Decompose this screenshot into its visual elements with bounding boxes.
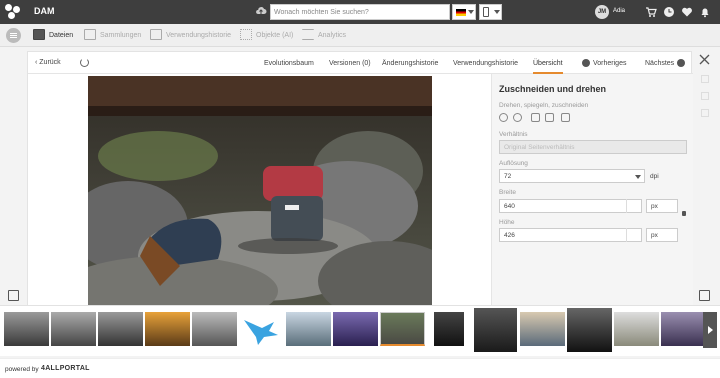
lock-ratio-icon[interactable]	[682, 211, 686, 216]
flip-vertical-icon[interactable]	[545, 113, 554, 122]
sliders-icon	[302, 29, 314, 40]
vendor-logo[interactable]: 4ALLPORTAL	[41, 365, 90, 372]
close-icon[interactable]	[699, 54, 710, 65]
collection-icon	[84, 29, 96, 40]
tab-sammlungen[interactable]: Sammlungen	[84, 24, 144, 47]
language-select[interactable]	[452, 4, 476, 20]
filmstrip-thumbnail[interactable]	[145, 312, 190, 346]
next-button[interactable]: Nächstes	[645, 59, 688, 67]
tab-verwendungshistorie-detail[interactable]: Verwendungshistorie	[453, 60, 518, 67]
back-button[interactable]: ‹ Zurück	[35, 59, 61, 66]
filmstrip-thumbnail-selected[interactable]	[380, 312, 425, 346]
width-stepper[interactable]	[626, 199, 640, 213]
tools-label: Drehen, spiegeln, zuschneiden	[499, 102, 589, 109]
tab-analytics[interactable]: Analytics	[302, 24, 352, 47]
chevron-left-icon	[582, 59, 590, 67]
height-stepper[interactable]	[626, 228, 640, 242]
asset-preview-image	[88, 76, 432, 307]
previous-button[interactable]: Vorheriges	[579, 59, 626, 67]
tab-evolutionsbaum[interactable]: Evolutionsbaum	[264, 60, 314, 67]
panel-toggle-left-icon[interactable]	[8, 290, 19, 301]
height-field[interactable]: 426	[499, 228, 642, 242]
hamburger-menu-button[interactable]	[6, 28, 21, 43]
tab-aenderungshistorie[interactable]: Änderungshistorie	[382, 60, 438, 67]
bird-icon	[244, 320, 278, 345]
filmstrip-thumbnail[interactable]	[614, 312, 659, 346]
filmstrip-next-button[interactable]	[703, 312, 717, 348]
powered-by-label: powered by	[5, 366, 39, 373]
heart-icon[interactable]	[681, 6, 693, 18]
main-nav: Dateien Sammlungen Verwendungshistorie O…	[0, 24, 720, 47]
download-icon[interactable]	[701, 92, 709, 100]
chevron-down-icon	[494, 10, 500, 14]
bell-icon[interactable]	[699, 6, 711, 18]
tab-objekte[interactable]: Objekte (AI)	[240, 24, 295, 47]
resolution-select[interactable]: 72	[499, 169, 645, 183]
tab-verwendungshistorie[interactable]: Verwendungshistorie	[150, 24, 235, 47]
filmstrip-thumbnail[interactable]	[51, 312, 96, 346]
history-icon	[150, 29, 162, 40]
clock-icon[interactable]	[663, 6, 675, 18]
app-brand: DAM	[34, 6, 55, 16]
tab-uebersicht[interactable]: Übersicht	[533, 60, 563, 74]
ratio-select[interactable]: Original Seitenverhältnis	[499, 140, 687, 154]
resolution-unit: dpi	[650, 173, 659, 180]
filmstrip-thumbnail[interactable]	[567, 308, 612, 352]
chevron-down-icon	[635, 175, 641, 179]
edit-icon[interactable]	[701, 109, 709, 117]
app-logo[interactable]	[5, 4, 21, 20]
top-bar: DAM Wonach möchten Sie suchen? JM Adia	[0, 0, 720, 24]
filmstrip-thumbnail[interactable]	[98, 312, 143, 346]
filmstrip-thumbnail[interactable]	[4, 312, 49, 346]
mobile-icon	[483, 7, 489, 17]
german-flag-icon	[456, 9, 466, 16]
upload-cloud-icon[interactable]	[255, 5, 267, 17]
filmstrip-thumbnail[interactable]	[661, 312, 703, 346]
width-unit-select[interactable]: px	[646, 199, 678, 213]
width-field[interactable]: 640	[499, 199, 642, 213]
cart-icon[interactable]	[645, 6, 657, 18]
rotate-right-icon[interactable]	[513, 113, 522, 122]
image-icon	[33, 29, 45, 40]
object-detection-icon	[240, 29, 252, 40]
reload-icon[interactable]	[80, 58, 89, 67]
avatar[interactable]: JM	[595, 5, 609, 19]
tab-dateien[interactable]: Dateien	[33, 24, 79, 47]
filmstrip-thumbnail[interactable]	[333, 312, 378, 346]
panel-toggle-right-icon[interactable]	[699, 290, 710, 301]
chevron-right-icon	[677, 59, 686, 67]
share-icon[interactable]	[701, 75, 709, 83]
search-input[interactable]: Wonach möchten Sie suchen?	[270, 4, 450, 20]
crop-icon[interactable]	[561, 113, 570, 122]
filmstrip-thumbnail[interactable]	[239, 312, 284, 346]
resolution-label: Auflösung	[499, 160, 528, 167]
rotate-left-icon[interactable]	[499, 113, 508, 122]
device-select[interactable]	[479, 4, 502, 20]
filmstrip-thumbnail[interactable]	[434, 312, 464, 346]
footer: powered by 4ALLPORTAL	[0, 358, 720, 378]
panel-title: Zuschneiden und drehen	[499, 84, 607, 94]
chevron-down-icon	[468, 10, 474, 14]
user-name[interactable]: Adia	[613, 8, 625, 14]
filmstrip-thumbnail[interactable]	[474, 308, 517, 352]
height-label: Höhe	[499, 219, 515, 226]
width-label: Breite	[499, 189, 516, 196]
filmstrip-thumbnail[interactable]	[192, 312, 237, 346]
height-unit-select[interactable]: px	[646, 228, 678, 242]
flip-horizontal-icon[interactable]	[531, 113, 540, 122]
ratio-label: Verhältnis	[499, 131, 528, 138]
filmstrip-thumbnail[interactable]	[520, 312, 565, 346]
detail-header: ‹ Zurück Evolutionsbaum Versionen (0) Än…	[28, 52, 693, 74]
tab-versionen[interactable]: Versionen (0)	[329, 60, 371, 67]
filmstrip-thumbnail[interactable]	[286, 312, 331, 346]
chevron-right-icon	[708, 326, 713, 334]
